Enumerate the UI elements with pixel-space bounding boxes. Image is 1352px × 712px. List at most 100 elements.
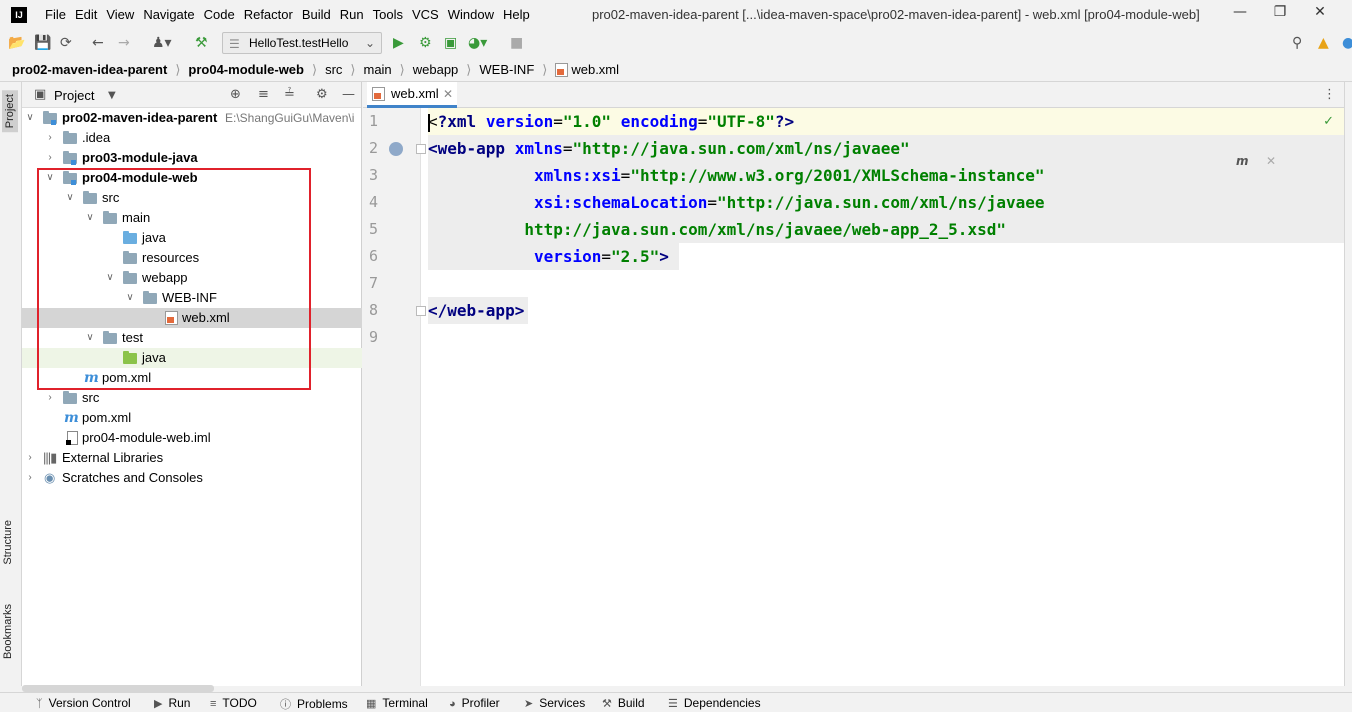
sync-icon[interactable]: ⟳ bbox=[60, 36, 72, 50]
menu-run[interactable]: Run bbox=[340, 7, 364, 22]
maven-popup-close-icon[interactable]: ✕ bbox=[1266, 154, 1276, 168]
menu-file[interactable]: File bbox=[45, 7, 66, 22]
no-problems-check-icon[interactable]: ✓ bbox=[1323, 114, 1334, 129]
close-icon[interactable]: ✕ bbox=[1300, 4, 1340, 20]
tree-item-external-libraries[interactable]: › |||▮ External Libraries bbox=[22, 448, 362, 468]
tree-item-iml[interactable]: pro04-module-web.iml bbox=[22, 428, 362, 448]
breadcrumb-web-xml[interactable]: web.xml bbox=[571, 62, 619, 77]
project-panel-title[interactable]: Project bbox=[54, 88, 94, 103]
search-icon[interactable]: ⚲ bbox=[1292, 36, 1302, 50]
breadcrumb-src[interactable]: src bbox=[325, 62, 342, 77]
tab-dependencies[interactable]: ☰ Dependencies bbox=[668, 696, 761, 710]
tree-item-module-java[interactable]: › pro03-module-java bbox=[22, 148, 362, 168]
tree-item-webapp[interactable]: ∨ webapp bbox=[22, 268, 362, 288]
jetbrains-icon[interactable]: ● bbox=[1342, 36, 1352, 50]
settings-gear-icon[interactable]: ⚙ bbox=[316, 87, 328, 102]
restore-icon[interactable]: ❐ bbox=[1260, 4, 1300, 20]
minimize-icon[interactable]: — bbox=[1220, 4, 1260, 20]
stop-icon[interactable]: ■ bbox=[510, 36, 523, 50]
save-icon[interactable]: 💾 bbox=[34, 36, 51, 50]
expanded-arrow-icon[interactable]: ∨ bbox=[124, 288, 136, 308]
tree-item-java-test[interactable]: java bbox=[22, 348, 362, 368]
tree-item-resources[interactable]: resources bbox=[22, 248, 362, 268]
tree-item-java-source[interactable]: java bbox=[22, 228, 362, 248]
tab-services[interactable]: ➤ Services bbox=[524, 696, 585, 710]
forward-icon[interactable]: → bbox=[118, 36, 130, 50]
breadcrumb-web-inf[interactable]: WEB-INF bbox=[479, 62, 534, 77]
collapsed-arrow-icon[interactable]: › bbox=[24, 448, 36, 468]
fold-marker-icon[interactable] bbox=[416, 306, 426, 316]
tab-problems[interactable]: ⓘ Problems bbox=[280, 696, 348, 712]
collapsed-arrow-icon[interactable]: › bbox=[44, 148, 56, 168]
coverage-icon[interactable]: ▣ bbox=[444, 36, 457, 50]
tab-terminal[interactable]: ▦ Terminal bbox=[366, 696, 428, 710]
project-tool-tab[interactable]: Project bbox=[2, 90, 18, 133]
expanded-arrow-icon[interactable]: ∨ bbox=[24, 108, 36, 128]
expand-all-icon[interactable]: ≡ bbox=[258, 87, 269, 102]
menu-edit[interactable]: Edit bbox=[75, 7, 97, 22]
tab-web-xml[interactable]: web.xml ✕ bbox=[367, 82, 457, 108]
update-icon[interactable]: ▲ bbox=[1318, 36, 1329, 50]
breadcrumb-main[interactable]: main bbox=[363, 62, 391, 77]
debug-icon[interactable]: ⚙ bbox=[419, 36, 432, 50]
menu-tools[interactable]: Tools bbox=[373, 7, 403, 22]
collapsed-arrow-icon[interactable]: › bbox=[24, 468, 36, 488]
menu-refactor[interactable]: Refactor bbox=[244, 7, 293, 22]
hide-icon[interactable]: — bbox=[342, 87, 355, 102]
tree-item-module-web[interactable]: ∨ pro04-module-web bbox=[22, 168, 362, 188]
open-folder-icon[interactable]: 📂 bbox=[8, 36, 25, 50]
tab-run[interactable]: ▶ Run bbox=[154, 696, 190, 710]
tree-item-root-pom[interactable]: m pom.xml bbox=[22, 408, 362, 428]
breadcrumb-webapp[interactable]: webapp bbox=[413, 62, 459, 77]
more-options-icon[interactable]: ⋮ bbox=[1323, 87, 1336, 102]
code-editor[interactable]: <?xml version="1.0" encoding="UTF-8"?> <… bbox=[428, 108, 1352, 686]
folder-icon bbox=[143, 291, 157, 304]
menu-window[interactable]: Window bbox=[448, 7, 494, 22]
run-icon[interactable]: ▶ bbox=[393, 36, 404, 50]
maven-reload-icon[interactable]: m bbox=[1236, 154, 1249, 168]
menu-navigate[interactable]: Navigate bbox=[143, 7, 194, 22]
tree-item-test[interactable]: ∨ test bbox=[22, 328, 362, 348]
chevron-down-icon[interactable]: ▼ bbox=[108, 90, 116, 101]
breadcrumb-project[interactable]: pro02-maven-idea-parent bbox=[12, 62, 167, 77]
menu-build[interactable]: Build bbox=[302, 7, 331, 22]
back-icon[interactable]: ← bbox=[92, 36, 104, 50]
expanded-arrow-icon[interactable]: ∨ bbox=[64, 188, 76, 208]
tab-profiler[interactable]: ◕ Profiler bbox=[449, 696, 500, 710]
profile-icon[interactable]: ◕▾ bbox=[468, 36, 487, 50]
tab-build[interactable]: ⚒ Build bbox=[602, 696, 645, 710]
expanded-arrow-icon[interactable]: ∨ bbox=[84, 208, 96, 228]
tab-todo[interactable]: ≡ TODO bbox=[210, 696, 257, 710]
close-tab-icon[interactable]: ✕ bbox=[443, 82, 453, 106]
tab-version-control[interactable]: ᛉ Version Control bbox=[36, 696, 131, 710]
menu-help[interactable]: Help bbox=[503, 7, 530, 22]
structure-tool-tab[interactable]: Structure bbox=[2, 520, 14, 565]
tree-item-scratches[interactable]: › ◉ Scratches and Consoles bbox=[22, 468, 362, 488]
tree-item-web-inf[interactable]: ∨ WEB-INF bbox=[22, 288, 362, 308]
bookmarks-tool-tab[interactable]: Bookmarks bbox=[2, 604, 14, 659]
run-configuration-select[interactable]: ☰ HelloTest.testHello ⌄ bbox=[222, 32, 382, 54]
breadcrumb-module[interactable]: pro04-module-web bbox=[188, 62, 304, 77]
web-descriptor-gutter-icon[interactable] bbox=[389, 142, 403, 156]
collapsed-arrow-icon[interactable]: › bbox=[44, 128, 56, 148]
expanded-arrow-icon[interactable]: ∨ bbox=[44, 168, 56, 188]
menu-code[interactable]: Code bbox=[204, 7, 235, 22]
collapsed-arrow-icon[interactable]: › bbox=[44, 388, 56, 408]
locate-icon[interactable]: ⊕ bbox=[230, 87, 241, 102]
horizontal-scrollbar[interactable] bbox=[22, 685, 214, 692]
tree-item-module-pom[interactable]: m pom.xml bbox=[22, 368, 362, 388]
tree-item-idea[interactable]: › .idea bbox=[22, 128, 362, 148]
build-hammer-icon[interactable]: ⚒ bbox=[195, 36, 208, 50]
tree-item-web-xml[interactable]: web.xml bbox=[22, 308, 362, 328]
tree-item-main[interactable]: ∨ main bbox=[22, 208, 362, 228]
collapse-all-icon[interactable]: ≟ bbox=[284, 87, 295, 102]
tree-item-root-src[interactable]: › src bbox=[22, 388, 362, 408]
menu-view[interactable]: View bbox=[106, 7, 134, 22]
expanded-arrow-icon[interactable]: ∨ bbox=[84, 328, 96, 348]
tree-item-root-project[interactable]: ∨ pro02-maven-idea-parent E:\ShangGuiGu\… bbox=[22, 108, 362, 128]
expanded-arrow-icon[interactable]: ∨ bbox=[104, 268, 116, 288]
menu-vcs[interactable]: VCS bbox=[412, 7, 439, 22]
user-icon[interactable]: ♟▾ bbox=[152, 36, 172, 50]
tree-item-src[interactable]: ∨ src bbox=[22, 188, 362, 208]
fold-marker-icon[interactable] bbox=[416, 144, 426, 154]
